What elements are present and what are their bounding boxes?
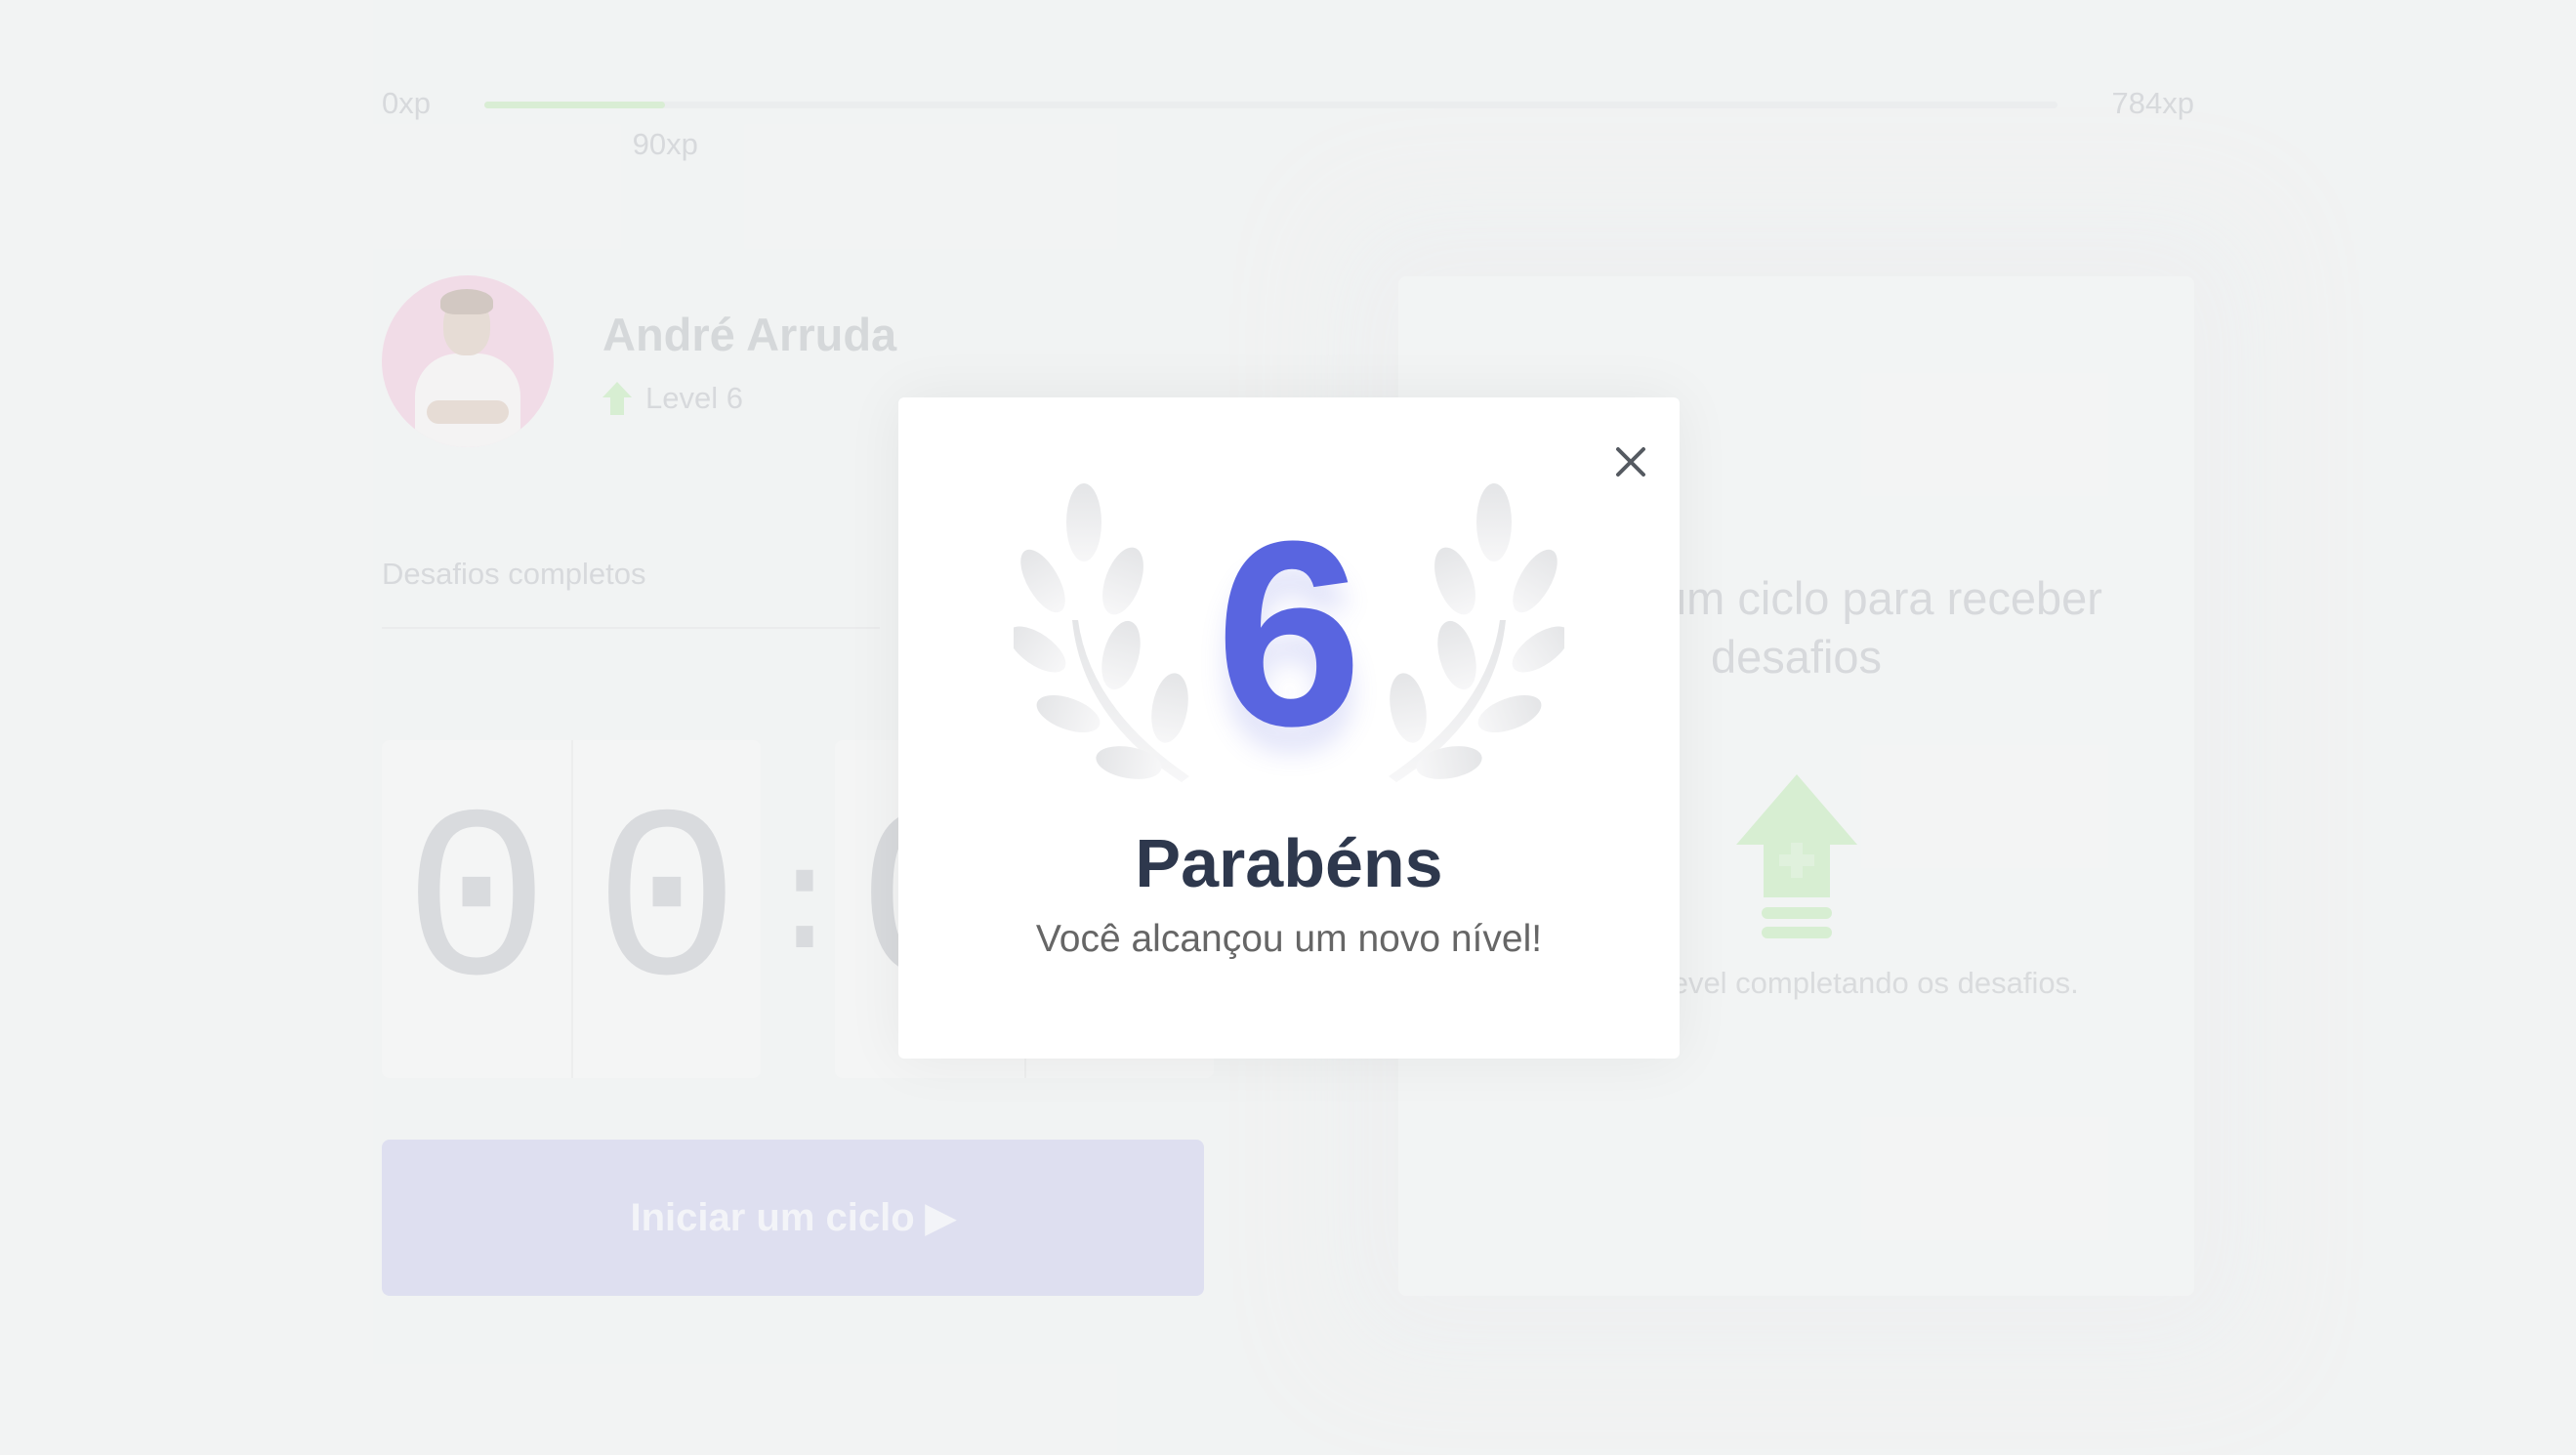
level-up-modal: 6 Parabéns Você alcançou um novo nível! (898, 397, 1680, 1059)
new-level-number: 6 (1215, 487, 1363, 781)
close-icon (1616, 447, 1645, 477)
modal-subtitle: Você alcançou um novo nível! (1035, 918, 1543, 960)
modal-title: Parabéns (1135, 825, 1443, 901)
close-button[interactable] (1600, 431, 1662, 493)
